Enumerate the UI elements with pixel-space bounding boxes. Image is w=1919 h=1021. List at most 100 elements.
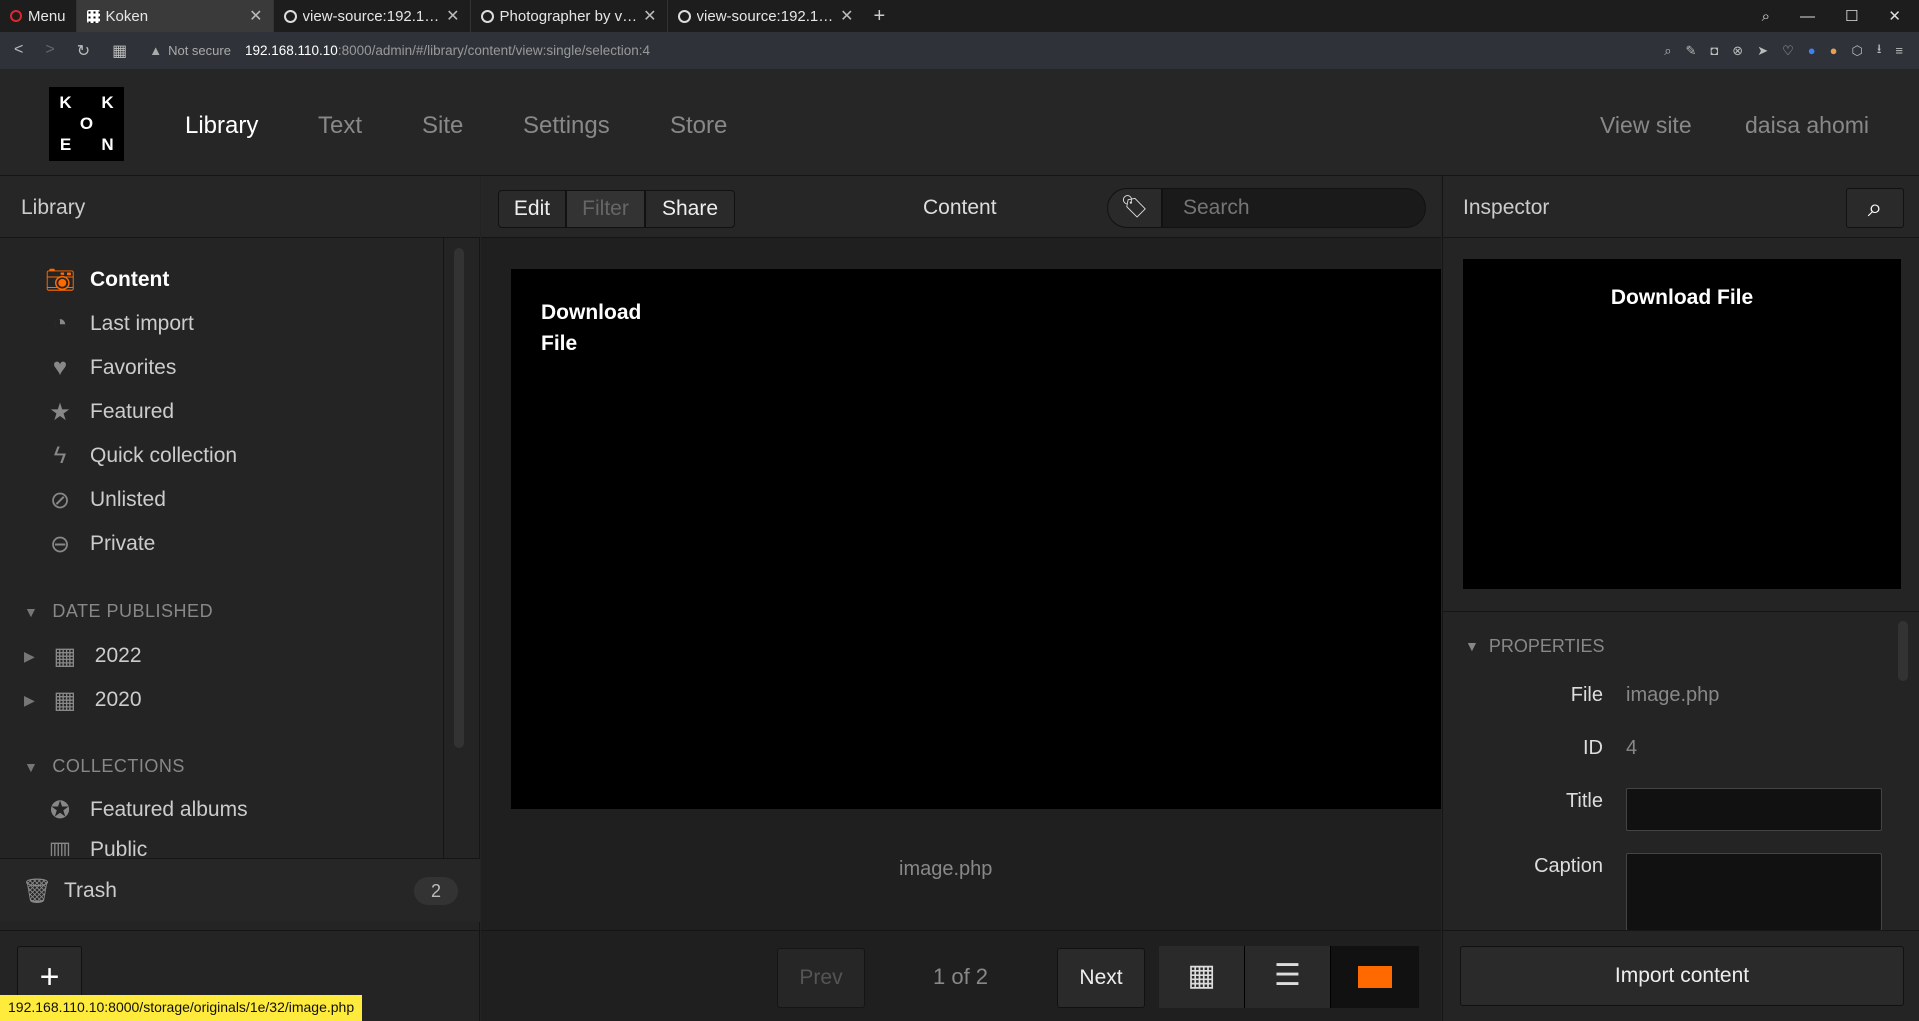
caption-field[interactable] [1626,853,1882,931]
inspector-download-text[interactable]: Download File [1463,286,1901,310]
search-icon[interactable]: ⌕ [1846,188,1904,228]
tab-close-icon[interactable]: ✕ [643,6,656,26]
content-panel: Edit Filter Share Content 🏷︎ Download Fi… [481,176,1441,1021]
heart-bookmark-icon[interactable]: ♡ [1782,43,1794,59]
url-field[interactable]: 192.168.110.10:8000/admin/#/library/cont… [245,43,650,58]
sidebar-item-private[interactable]: ⊖ Private [46,530,155,558]
collection-public[interactable]: ▥ Public [46,836,148,857]
import-content-button[interactable]: Import content [1460,946,1904,1006]
trash-row[interactable]: 🗑︎ Trash 2 [0,858,480,922]
minus-circle-icon: ⊖ [49,530,71,558]
tab-close-icon[interactable]: ✕ [446,6,459,26]
sidebar-item-label: Favorites [90,356,177,379]
logo-letter: N [101,134,114,154]
new-tab-button[interactable]: + [864,5,896,28]
tab-title: view-source:192.168. [302,7,441,25]
forward-icon[interactable]: > [45,41,54,61]
triangle-right-icon: ▶ [24,647,35,664]
sidebar-item-content[interactable]: 📷︎ Content [45,266,170,294]
browser-tab[interactable]: Photographer by v1n ✕ [469,0,667,32]
browser-menu-button[interactable]: Menu [0,0,76,32]
collection-featured-albums[interactable]: ✪ Featured albums [46,796,248,824]
nav-library[interactable]: Library [185,112,258,140]
star-icon: ★ [49,398,71,426]
nav-store[interactable]: Store [670,112,727,140]
title-field[interactable] [1626,788,1882,831]
clock-icon: ◔ [52,310,68,337]
inspector-scrollbar[interactable] [1898,621,1908,681]
koken-favicon-icon [86,9,100,23]
edit-button[interactable]: Edit [498,190,566,228]
security-indicator[interactable]: ▲ Not secure [149,43,231,58]
browser-tab[interactable]: Koken ✕ [75,0,273,32]
content-preview[interactable]: Download File [511,269,1441,809]
back-icon[interactable]: < [14,41,23,61]
search-input[interactable] [1162,188,1426,228]
inspector-title: Inspector [1463,196,1550,219]
sidebar-item-favorites[interactable]: ♥ Favorites [46,354,176,382]
browser-search-icon[interactable]: ⌕ [1762,8,1770,25]
download-icon[interactable]: ⭳ [1877,40,1882,62]
browser-tab-bar: Menu Koken ✕ view-source:192.168. ✕ Phot… [0,0,1919,32]
sidebar-item-featured[interactable]: ★ Featured [46,398,174,426]
trash-count-badge: 2 [414,877,458,905]
koken-logo[interactable]: K K O E N [49,87,124,161]
nav-text[interactable]: Text [318,112,362,140]
sidebar-item-quick-collection[interactable]: ϟ Quick collection [46,442,237,470]
inspector-panel: Inspector ⌕ Download File ▼ PROPERTIES F… [1442,176,1919,1021]
section-label: COLLECTIONS [52,756,185,776]
nav-site[interactable]: Site [422,112,463,140]
tab-close-icon[interactable]: ✕ [840,6,853,26]
logo-letter: K [59,93,72,113]
year-item-2022[interactable]: ▶ ▦ 2022 [24,642,142,670]
extension-icon[interactable]: ● [1808,43,1816,58]
sidebar-item-last-import[interactable]: ◔ Last import [46,310,194,338]
menu-lines-icon[interactable]: ≡ [1895,43,1903,58]
reload-icon[interactable]: ↻ [77,41,90,61]
tab-title: view-source:192.168. [696,7,835,25]
caption-label: Caption [1534,855,1603,877]
close-window-icon[interactable]: ✕ [1888,7,1901,25]
scroll-divider [443,238,444,858]
properties-section[interactable]: ▼ PROPERTIES [1465,636,1605,657]
content-title: Content [923,196,997,219]
opera-logo-icon [10,10,22,22]
browser-tab[interactable]: view-source:192.168. ✕ [272,0,470,32]
block-icon[interactable]: ⊗ [1732,43,1743,59]
tag-icon[interactable]: 🏷︎ [1107,188,1162,228]
grid-view-icon[interactable]: ▦ [1159,946,1245,1008]
date-published-section[interactable]: ▼ DATE PUBLISHED [24,601,213,622]
collections-section[interactable]: ▼ COLLECTIONS [24,756,185,777]
download-file-text[interactable]: Download File [541,297,641,359]
file-label: File [1570,684,1603,706]
maximize-icon[interactable]: ☐ [1845,7,1858,25]
view-site-link[interactable]: View site [1600,112,1692,139]
triangle-right-icon: ▶ [24,691,35,708]
prev-button[interactable]: Prev [777,948,865,1008]
edit-icon[interactable]: ✎ [1686,43,1697,59]
triangle-down-icon: ▼ [24,603,39,620]
user-menu[interactable]: daisa ahomi [1745,112,1869,139]
filter-button[interactable]: Filter [566,190,645,228]
browser-tab[interactable]: view-source:192.168. ✕ [666,0,864,32]
tabs-grid-icon[interactable]: ▦ [112,41,127,61]
single-view-icon[interactable] [1331,946,1419,1008]
nav-settings[interactable]: Settings [523,112,610,140]
cube-icon[interactable]: ⬡ [1851,43,1862,59]
share-button[interactable]: Share [645,190,735,228]
cookie-icon[interactable]: ● [1830,43,1838,58]
send-icon[interactable]: ➤ [1757,43,1768,59]
sidebar-item-unlisted[interactable]: ⊘ Unlisted [46,486,166,514]
sidebar-scrollbar[interactable] [454,248,464,748]
inspector-preview[interactable]: Download File [1463,259,1901,589]
zoom-icon[interactable]: ⌕ [1664,43,1671,59]
year-label: 2022 [94,644,142,667]
year-item-2020[interactable]: ▶ ▦ 2020 [24,686,142,714]
list-view-icon[interactable]: ☰ [1245,946,1331,1008]
title-label: Title [1565,790,1603,812]
tab-close-icon[interactable]: ✕ [249,6,262,26]
next-button[interactable]: Next [1057,948,1145,1008]
camera-snapshot-icon[interactable]: ◘ [1710,43,1718,58]
divider [1443,930,1919,931]
minimize-icon[interactable]: — [1800,8,1815,25]
